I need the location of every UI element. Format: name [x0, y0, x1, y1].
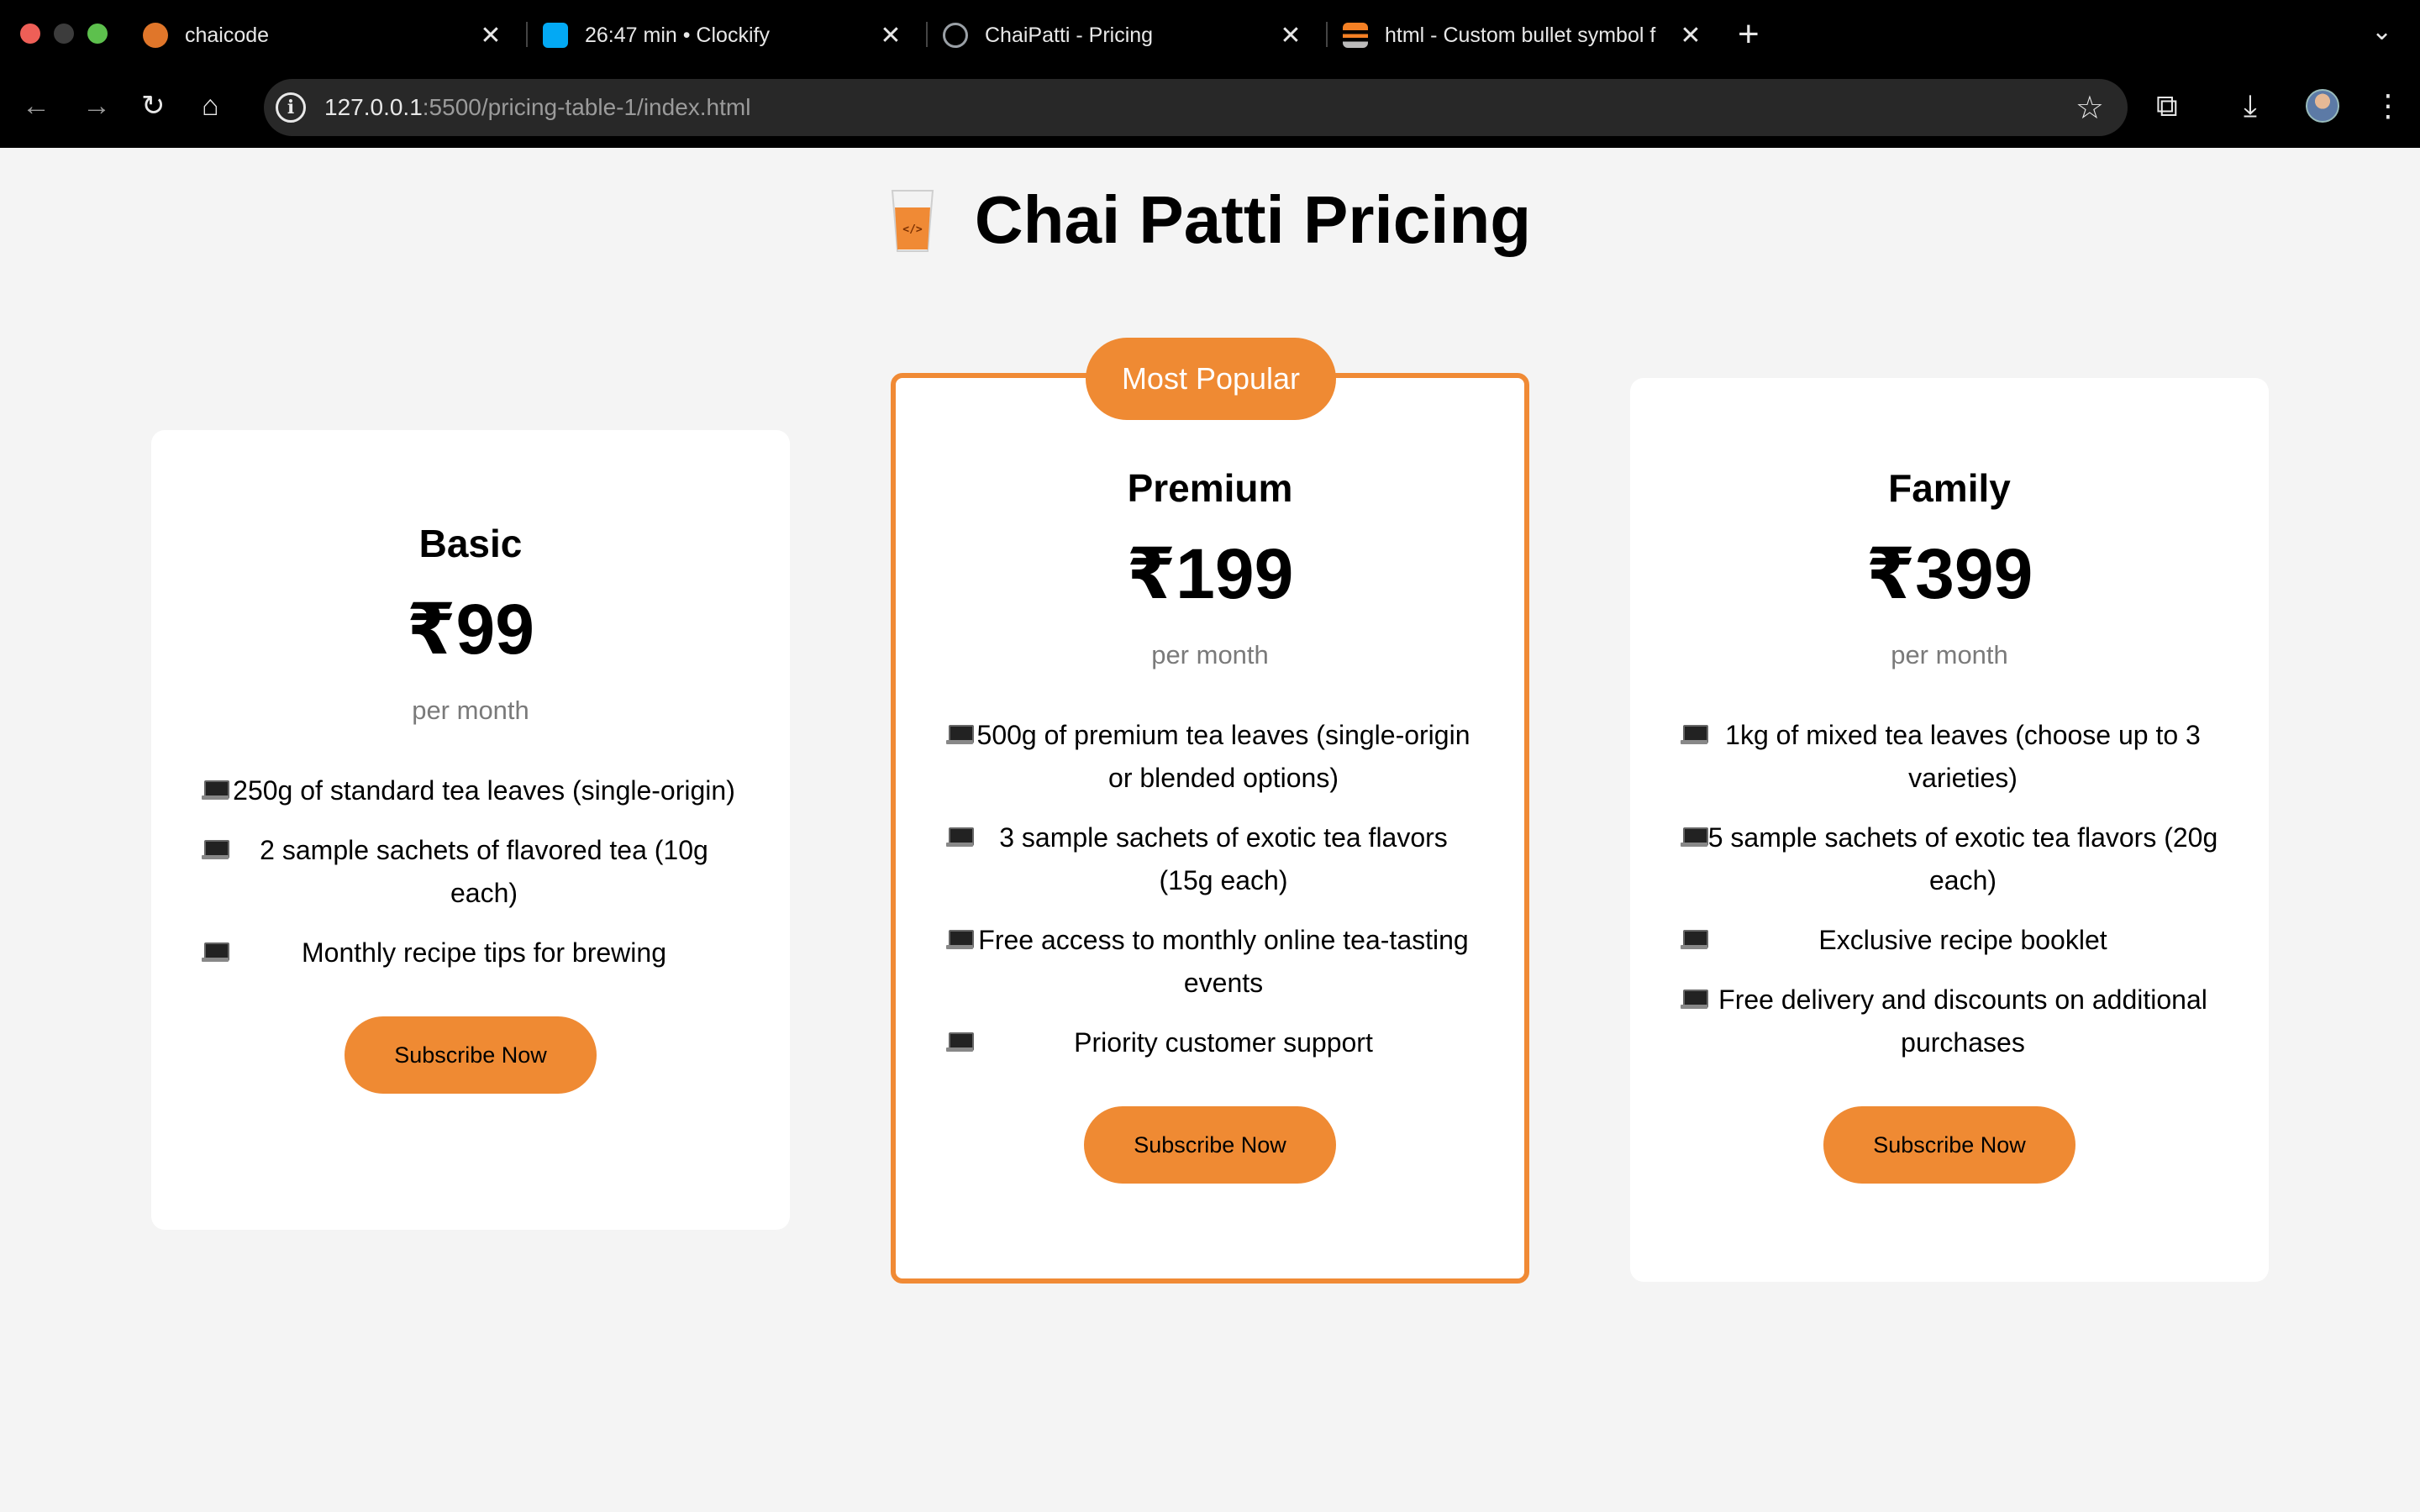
feature-item: Priority customer support: [946, 1021, 1474, 1064]
url-host: 127.0.0.1: [324, 94, 423, 120]
maximize-window-button[interactable]: [87, 24, 108, 44]
feature-item: 500g of premium tea leaves (single-origi…: [946, 714, 1474, 800]
feature-item: Exclusive recipe booklet: [1681, 919, 2218, 962]
plan-name: Family: [1888, 466, 2011, 510]
back-arrow-icon[interactable]: ←: [22, 89, 50, 123]
page-header: </> Chai Patti Pricing: [0, 181, 2420, 272]
download-icon[interactable]: ⤓: [2244, 87, 2257, 124]
feature-item: Free delivery and discounts on additiona…: [1681, 979, 2218, 1064]
more-menu-icon[interactable]: ⋮: [2373, 87, 2403, 124]
plan-period: per month: [1151, 640, 1269, 669]
page-content: </> Chai Patti Pricing Basic ₹99 per mon…: [0, 148, 2420, 1512]
laptop-bullet-icon: [946, 725, 974, 744]
subscribe-button-family[interactable]: Subscribe Now: [1823, 1106, 2075, 1184]
feature-item: 3 sample sachets of exotic tea flavors (…: [946, 816, 1474, 902]
subscribe-button-basic[interactable]: Subscribe Now: [345, 1016, 597, 1094]
laptop-bullet-icon: [1681, 930, 1708, 949]
laptop-bullet-icon: [1681, 827, 1708, 847]
plan-price: ₹99: [407, 590, 534, 669]
tab-title: html - Custom bullet symbol f: [1385, 23, 1656, 47]
svg-text:</>: </>: [902, 223, 923, 236]
tab-stackoverflow[interactable]: html - Custom bullet symbol f ✕: [1331, 12, 1718, 59]
laptop-bullet-icon: [202, 780, 229, 800]
feature-list: 500g of premium tea leaves (single-origi…: [896, 714, 1524, 1064]
extensions-puzzle-icon[interactable]: ⧉: [2156, 87, 2178, 124]
window-controls: [20, 24, 108, 44]
browser-chrome: chaicode ✕ 26:47 min • Clockify ✕ ChaiPa…: [0, 0, 2420, 148]
globe-icon: [943, 23, 968, 48]
forward-arrow-icon[interactable]: →: [82, 89, 111, 123]
laptop-bullet-icon: [946, 827, 974, 847]
url-path: :5500/pricing-table-1/index.html: [422, 94, 751, 120]
page-title: Chai Patti Pricing: [974, 182, 1532, 257]
laptop-bullet-icon: [1681, 990, 1708, 1009]
bookmark-star-icon[interactable]: ☆: [2075, 89, 2104, 127]
feature-text: Free access to monthly online tea-tastin…: [978, 925, 1469, 998]
plan-card-basic: Basic ₹99 per month 250g of standard tea…: [151, 430, 790, 1230]
tab-title: 26:47 min • Clockify: [585, 23, 770, 47]
site-info-icon[interactable]: i: [276, 92, 306, 123]
tab-divider: [1326, 22, 1328, 47]
reload-icon[interactable]: ↻: [141, 89, 166, 123]
chaicode-favicon-icon: [143, 23, 168, 48]
feature-item: 1kg of mixed tea leaves (choose up to 3 …: [1681, 714, 2218, 800]
tab-clockify[interactable]: 26:47 min • Clockify ✕: [531, 12, 918, 59]
feature-item: 5 sample sachets of exotic tea flavors (…: [1681, 816, 2218, 902]
tab-chaicode[interactable]: chaicode ✕: [131, 12, 518, 59]
most-popular-badge: Most Popular: [1086, 338, 1336, 420]
feature-item: Monthly recipe tips for brewing: [202, 932, 739, 974]
feature-text: 250g of standard tea leaves (single-orig…: [233, 775, 735, 806]
feature-text: Priority customer support: [1074, 1027, 1373, 1058]
chai-cup-logo-icon: </>: [891, 190, 934, 252]
home-icon[interactable]: ⌂: [202, 89, 219, 123]
laptop-bullet-icon: [202, 840, 229, 859]
plan-price: ₹199: [1126, 534, 1294, 613]
close-tab-icon[interactable]: ✕: [1676, 21, 1706, 50]
plan-name: Premium: [1127, 466, 1293, 510]
tab-divider: [926, 22, 928, 47]
tab-chaipatti-pricing[interactable]: ChaiPatti - Pricing ✕: [931, 12, 1318, 59]
clockify-favicon-icon: [543, 23, 568, 48]
plan-card-family: Family ₹399 per month 1kg of mixed tea l…: [1630, 378, 2269, 1282]
feature-text: Free delivery and discounts on additiona…: [1718, 984, 2207, 1058]
tab-divider: [526, 22, 528, 47]
feature-item: 2 sample sachets of flavored tea (10g ea…: [202, 829, 739, 915]
plan-card-premium: Most Popular Premium ₹199 per month 500g…: [891, 338, 1529, 1284]
address-bar[interactable]: i 127.0.0.1:5500/pricing-table-1/index.h…: [264, 79, 2128, 136]
minimize-window-button[interactable]: [54, 24, 74, 44]
laptop-bullet-icon: [946, 1032, 974, 1052]
laptop-bullet-icon: [202, 942, 229, 962]
tab-title: ChaiPatti - Pricing: [985, 23, 1154, 47]
feature-text: 3 sample sachets of exotic tea flavors (…: [999, 822, 1448, 895]
feature-list: 1kg of mixed tea leaves (choose up to 3 …: [1630, 714, 2269, 1064]
plan-price: ₹399: [1865, 534, 2033, 613]
laptop-bullet-icon: [946, 930, 974, 949]
subscribe-button-premium[interactable]: Subscribe Now: [1084, 1106, 1336, 1184]
stackoverflow-favicon-icon: [1343, 23, 1368, 48]
close-tab-icon[interactable]: ✕: [1276, 21, 1306, 50]
feature-item: 250g of standard tea leaves (single-orig…: [202, 769, 739, 812]
plan-name: Basic: [418, 522, 523, 565]
new-tab-button[interactable]: +: [1738, 13, 1760, 55]
feature-item: Free access to monthly online tea-tastin…: [946, 919, 1474, 1005]
feature-text: Exclusive recipe booklet: [1818, 925, 2107, 955]
close-tab-icon[interactable]: ✕: [476, 21, 506, 50]
feature-text: 2 sample sachets of flavored tea (10g ea…: [260, 835, 708, 908]
feature-text: 500g of premium tea leaves (single-origi…: [976, 720, 1470, 793]
feature-text: 1kg of mixed tea leaves (choose up to 3 …: [1725, 720, 2201, 793]
plan-period: per month: [412, 696, 529, 725]
tab-title: chaicode: [185, 23, 270, 47]
plan-period: per month: [1891, 640, 2008, 669]
close-window-button[interactable]: [20, 24, 40, 44]
feature-list: 250g of standard tea leaves (single-orig…: [151, 769, 790, 974]
feature-text: Monthly recipe tips for brewing: [302, 937, 666, 968]
laptop-bullet-icon: [1681, 725, 1708, 744]
feature-text: 5 sample sachets of exotic tea flavors (…: [1707, 822, 2218, 895]
url-text[interactable]: 127.0.0.1:5500/pricing-table-1/index.htm…: [324, 94, 750, 121]
tab-search-chevron-icon[interactable]: ⌄: [2371, 17, 2392, 46]
close-tab-icon[interactable]: ✕: [876, 21, 906, 50]
profile-avatar[interactable]: [2306, 89, 2339, 123]
